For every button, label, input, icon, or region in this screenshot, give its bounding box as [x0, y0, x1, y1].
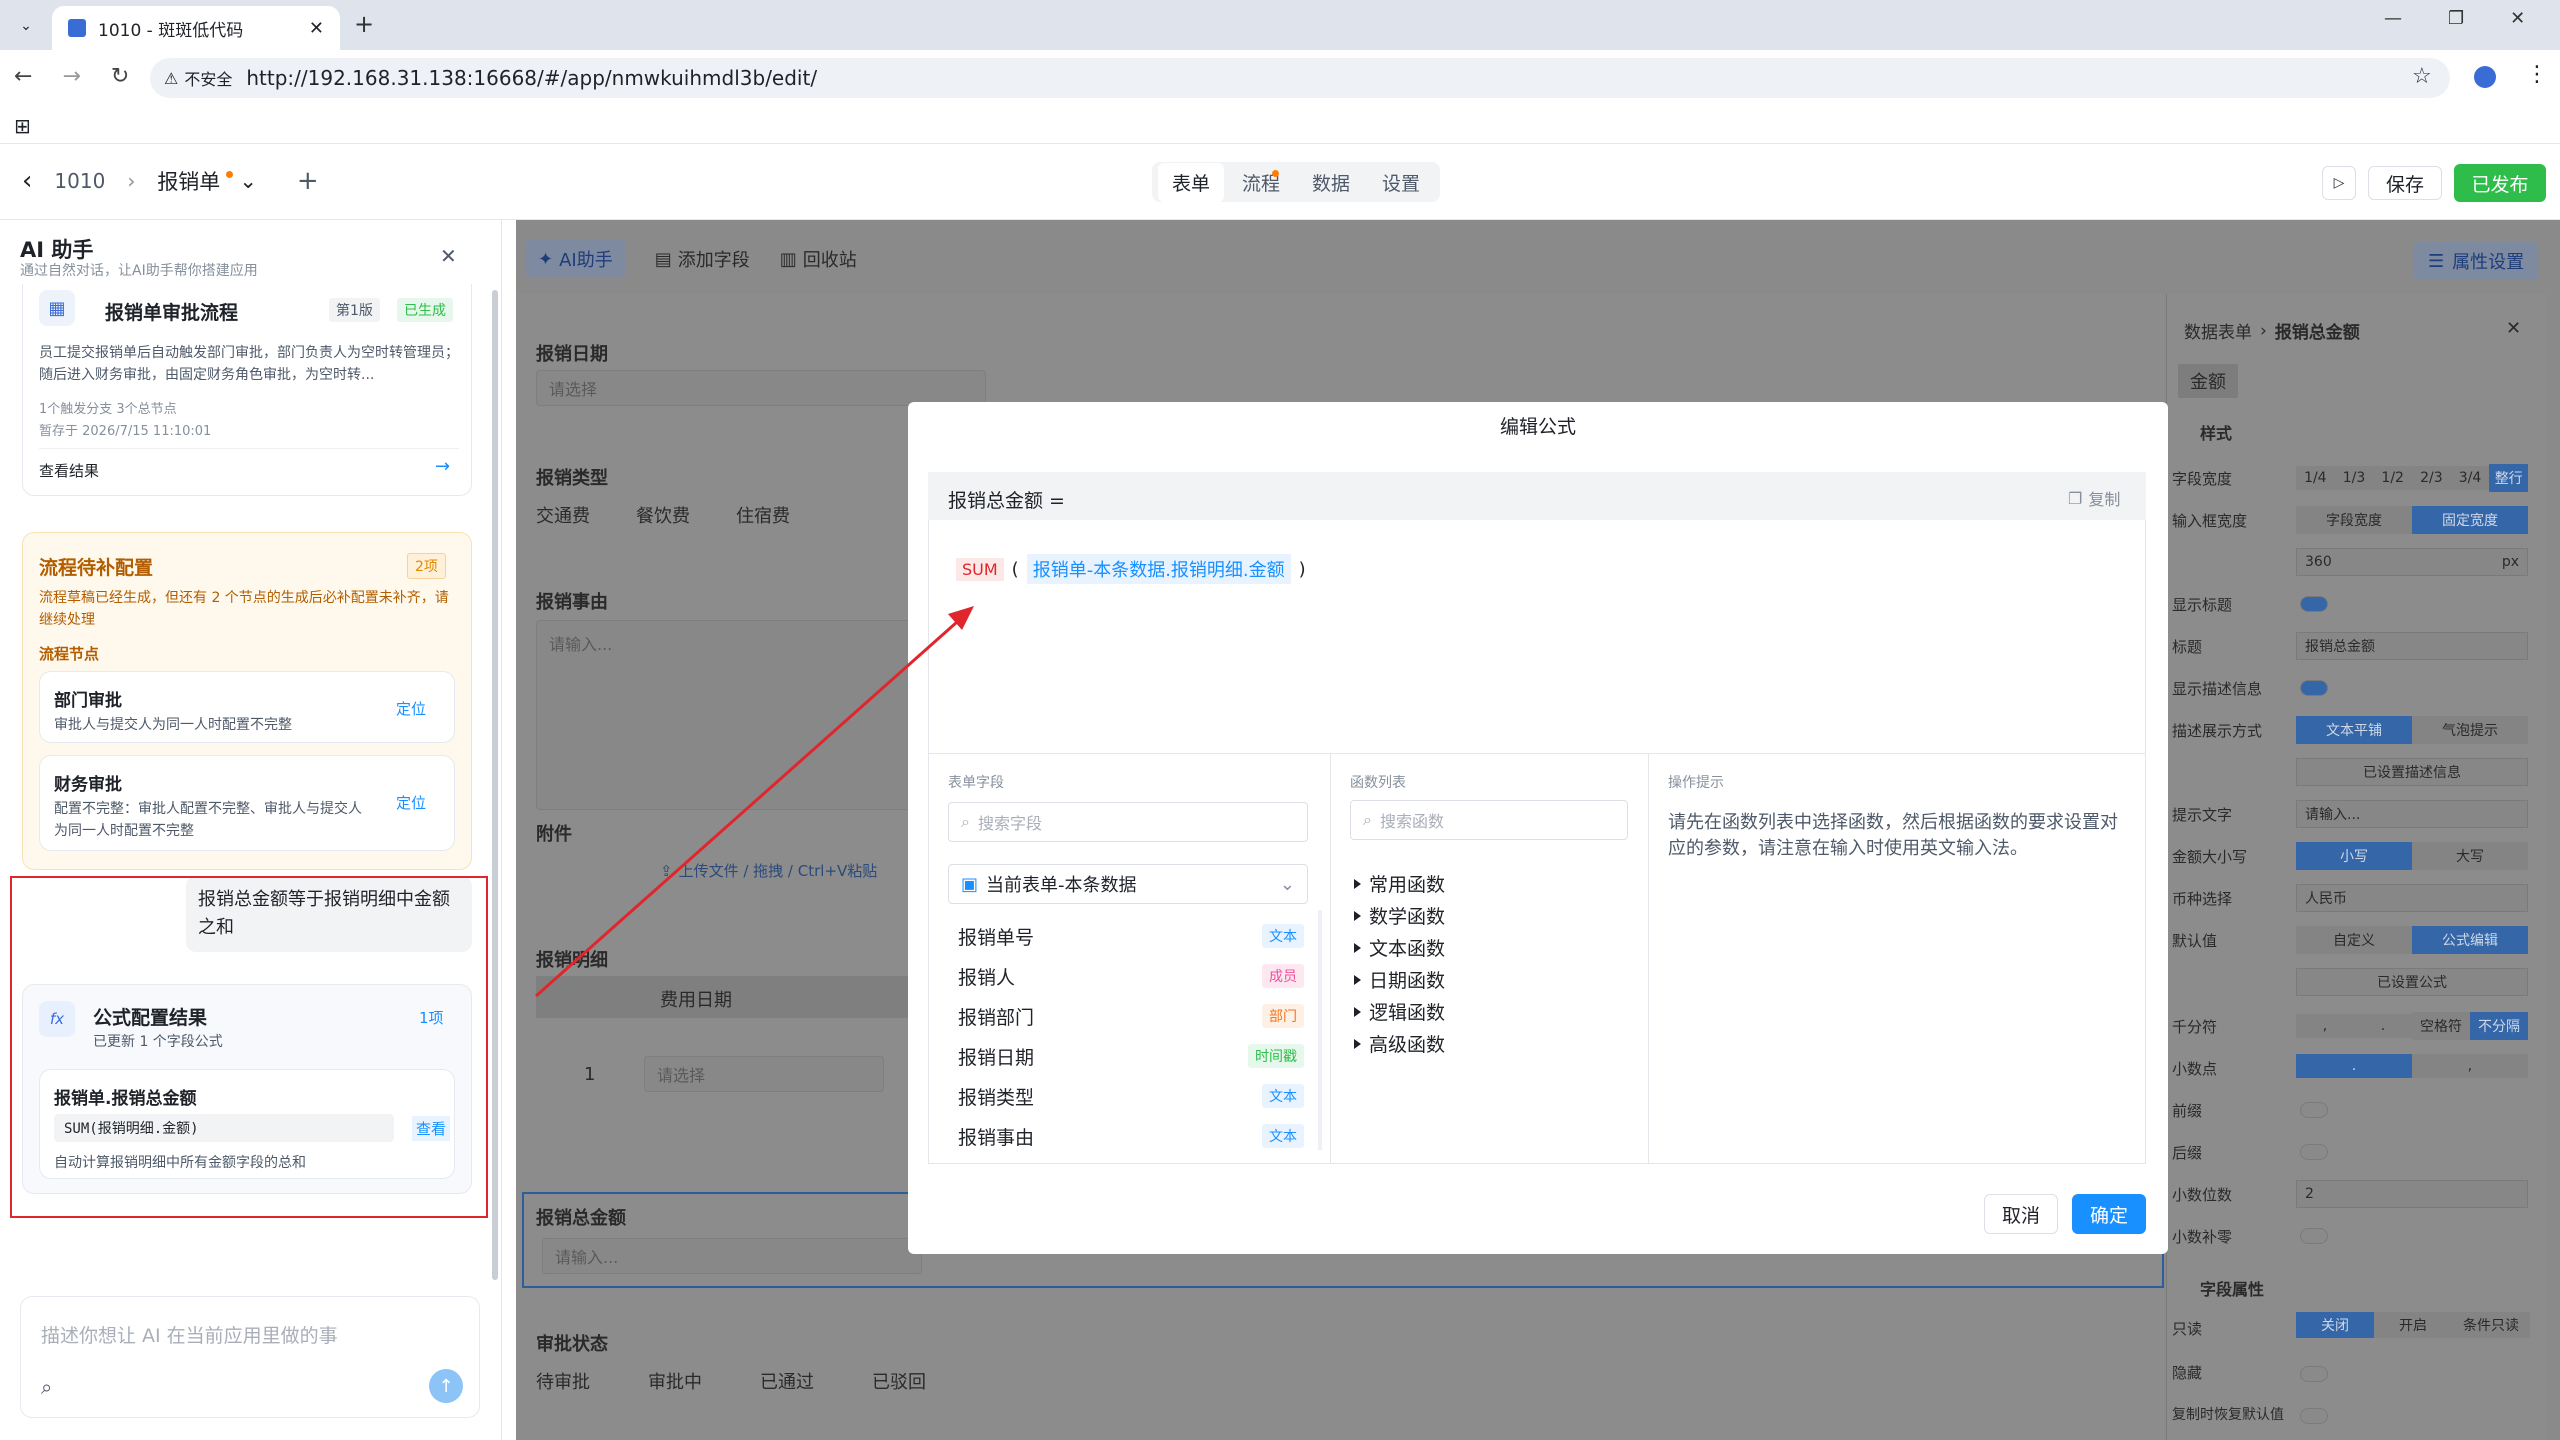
annotation-arrow: [535, 606, 974, 998]
